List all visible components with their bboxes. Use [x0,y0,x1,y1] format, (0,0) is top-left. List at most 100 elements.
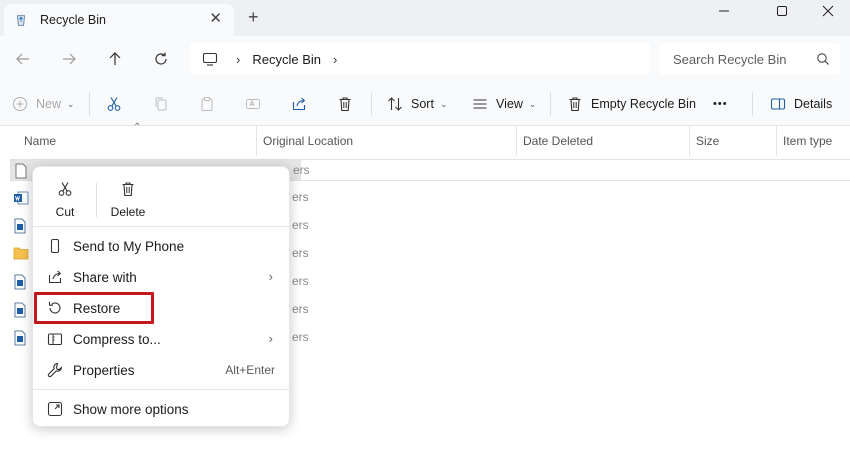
plus-circle-icon [13,97,27,111]
refresh-button[interactable] [150,48,172,70]
cut-label: Cut [55,205,75,219]
archive-icon [47,333,63,346]
chevron-right-icon: › [268,331,273,346]
close-tab-icon[interactable]: ✕ [209,11,222,27]
details-pane-icon [770,98,786,110]
search-placeholder: Search Recycle Bin [673,51,787,67]
sort-label: Sort [411,97,434,111]
minimize-icon [719,10,729,12]
chevron-down-icon: ⌄ [528,98,537,109]
details-label: Details [794,97,833,111]
chevron-right-icon: › [268,269,273,284]
sort-icon [388,97,402,111]
column-header-date-deleted[interactable]: Date Deleted [516,126,689,156]
breadcrumb[interactable]: Recycle Bin [252,52,321,67]
menu-item-compress[interactable]: Compress to... › [37,325,287,353]
command-bar: New ⌄ Sort ⌄ View ⌄ Empty Recycle Bin ••… [0,82,850,126]
divider [550,92,551,116]
empty-recycle-bin-button[interactable]: Empty Recycle Bin [567,93,696,115]
blank-file-icon [15,163,27,179]
document-file-icon [14,302,26,318]
forward-button[interactable] [58,48,80,70]
phone-icon [50,238,60,254]
tab-recycle-bin[interactable]: Recycle Bin ✕ [4,4,234,36]
clipboard-icon [201,97,213,111]
breadcrumb-chevron-icon[interactable]: › [333,52,337,67]
up-button[interactable] [104,48,126,70]
document-file-icon [14,330,26,346]
copy-toolbar-button[interactable] [153,93,177,115]
divider [96,183,97,217]
scissors-icon [58,182,72,196]
close-icon [822,5,834,17]
trash-icon [122,182,134,197]
column-header-item-type[interactable]: Item type [776,126,850,156]
scissors-icon [107,97,121,111]
address-bar[interactable]: › Recycle Bin › [190,43,650,75]
details-pane-button[interactable]: Details [770,93,832,115]
menu-item-send-to-phone[interactable]: Send to My Phone [37,232,287,260]
title-bar: Recycle Bin ✕ + [0,0,850,36]
arrow-up-icon [109,52,121,65]
refresh-icon [155,52,167,65]
chevron-down-icon: ⌄ [67,98,75,109]
arrow-left-icon [16,53,29,65]
properties-shortcut: Alt+Enter [225,363,275,377]
minimize-button[interactable] [700,0,748,22]
share-icon [48,270,62,284]
menu-item-properties[interactable]: Properties Alt+Enter [37,356,287,384]
word-file-icon [14,191,29,205]
divider [33,226,291,227]
close-window-button[interactable] [804,0,850,22]
menu-item-share-with[interactable]: Share with › [37,263,287,291]
new-button[interactable]: New ⌄ [12,93,75,115]
copy-icon [155,97,167,111]
view-button[interactable]: View ⌄ [472,93,536,115]
cut-toolbar-button[interactable] [106,93,130,115]
breadcrumb-chevron-icon[interactable]: › [236,52,240,67]
new-label: New [36,97,62,111]
search-input[interactable]: Search Recycle Bin [660,43,840,75]
folder-icon [13,247,29,260]
trash-icon [339,97,351,112]
maximize-icon [777,6,787,16]
view-list-icon [473,99,487,109]
more-options-button[interactable]: ••• [713,93,728,115]
column-header-name[interactable]: Name [18,126,256,156]
tab-title: Recycle Bin [40,13,106,27]
delete-toolbar-button[interactable] [337,93,361,115]
chevron-down-icon: ⌄ [439,98,448,109]
new-tab-button[interactable]: + [248,7,259,27]
more-icon: ••• [713,98,728,110]
delete-button[interactable]: Delete [100,177,156,227]
column-header-size[interactable]: Size [689,126,776,156]
empty-recycle-bin-label: Empty Recycle Bin [591,97,696,111]
trash-icon [569,97,581,112]
divider [33,389,291,390]
delete-label: Delete [110,205,146,219]
divider [89,92,90,116]
share-toolbar-button[interactable] [291,93,315,115]
view-label: View [496,97,523,111]
rename-toolbar-button[interactable] [245,93,269,115]
share-icon [292,97,306,111]
rename-icon [246,99,260,109]
wrench-icon [47,362,63,378]
document-file-icon [14,218,26,234]
column-header-original-location[interactable]: Original Location [256,126,516,156]
back-button[interactable] [12,48,34,70]
restore-highlight-box [34,292,154,324]
recycle-bin-icon [17,15,25,26]
search-icon [817,53,829,65]
divider [371,92,372,116]
menu-item-show-more-options[interactable]: Show more options [37,395,287,423]
arrow-right-icon [63,53,76,65]
maximize-button[interactable] [758,0,806,22]
sort-button[interactable]: Sort ⌄ [387,93,447,115]
navigation-bar: › Recycle Bin › Search Recycle Bin [0,36,850,82]
cut-button[interactable]: Cut [37,177,93,227]
monitor-icon [202,52,218,66]
divider [752,92,753,116]
document-file-icon [14,274,26,290]
paste-toolbar-button[interactable] [199,93,223,115]
